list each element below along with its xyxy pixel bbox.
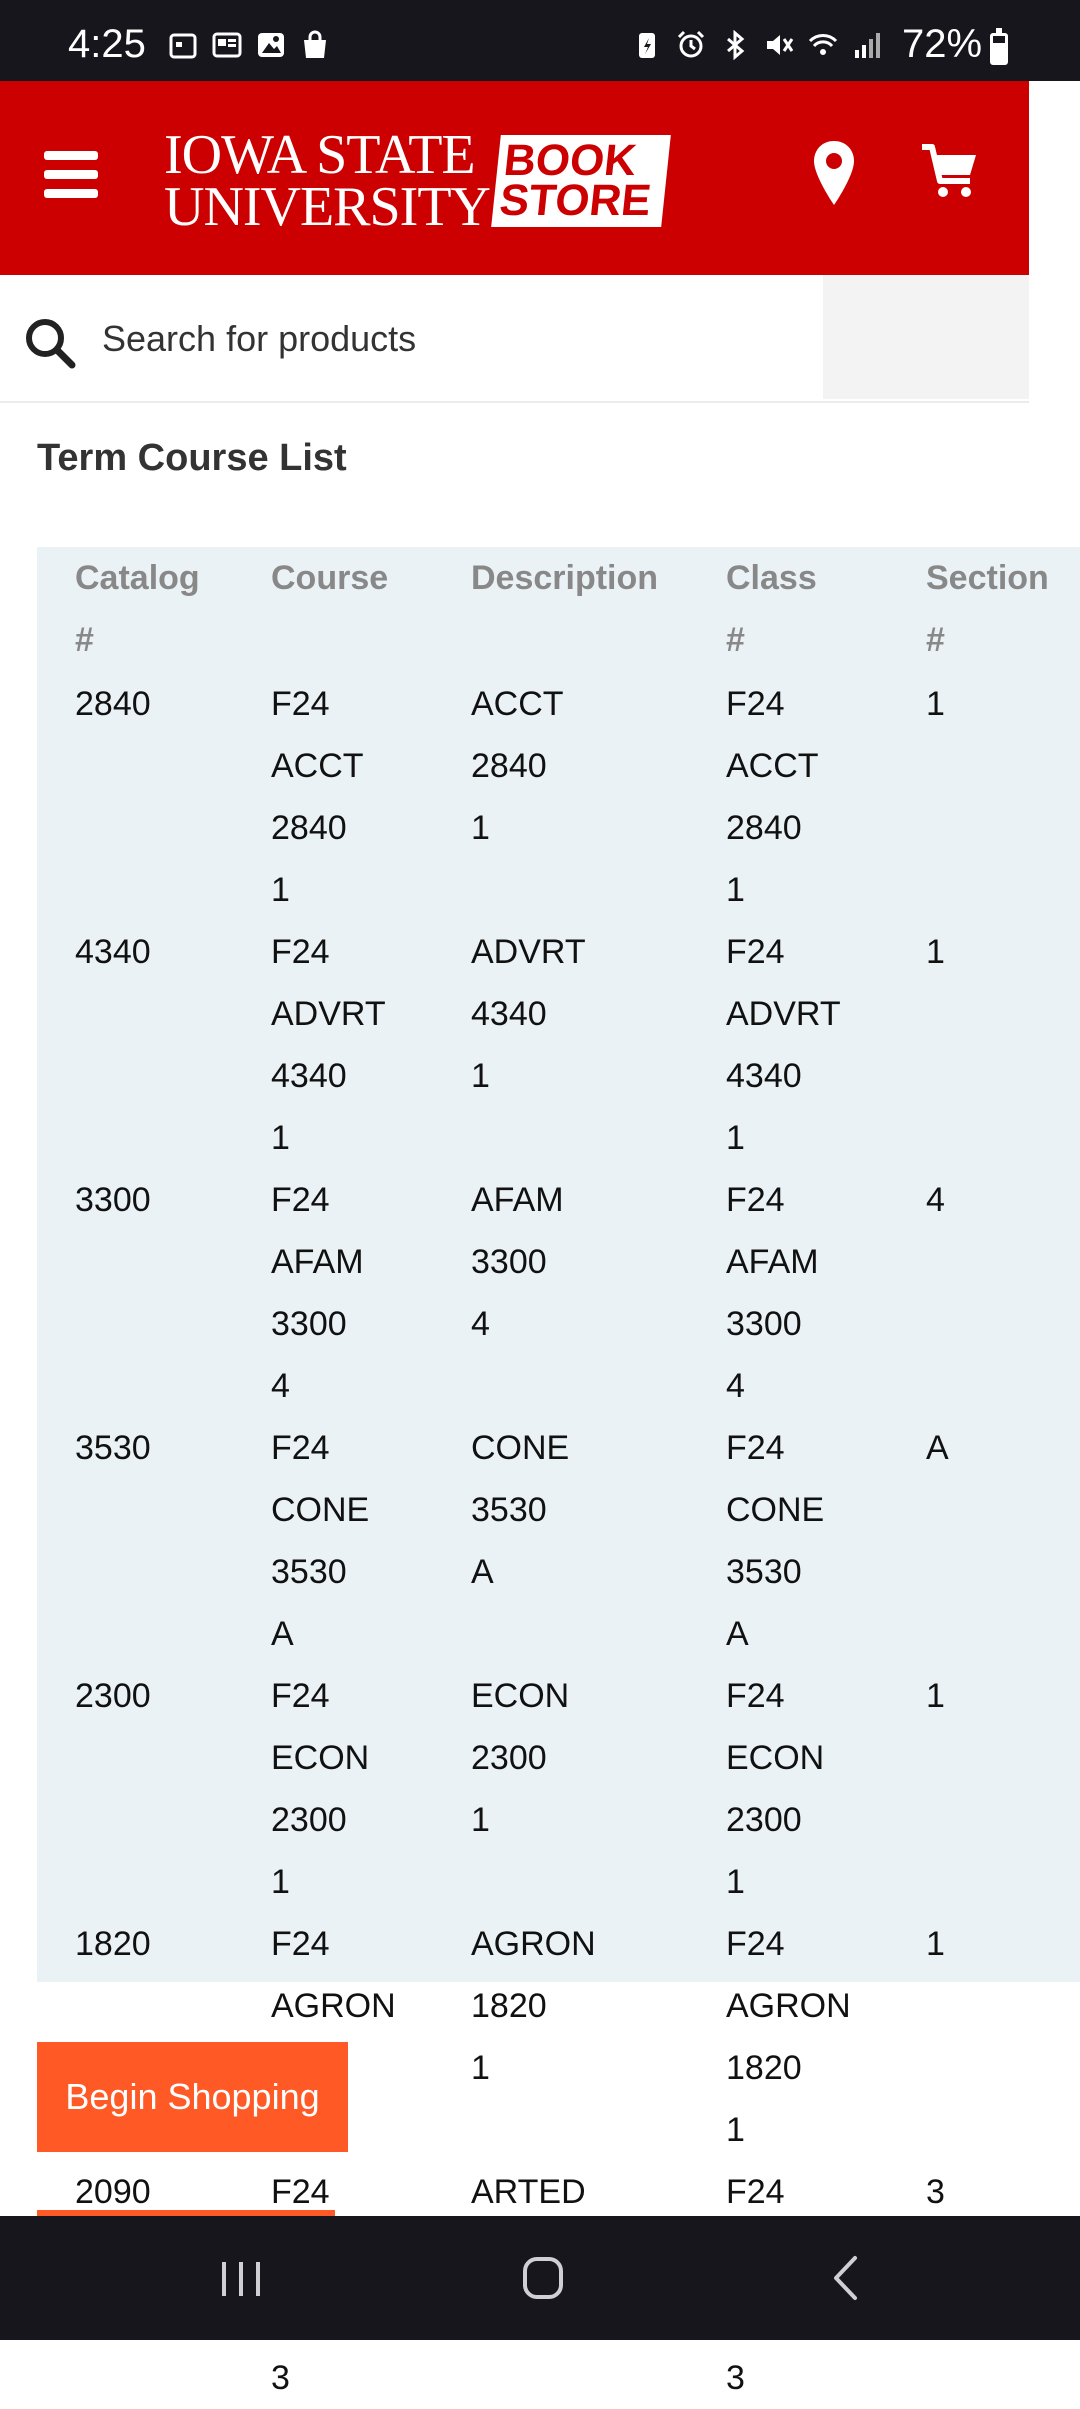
- table-header-row: Catalog # Course Description Class # Sec…: [75, 547, 1076, 673]
- search-input[interactable]: [100, 305, 804, 373]
- alarm-icon: [677, 30, 705, 58]
- status-right-icons: [632, 30, 882, 60]
- signal-icon: [855, 33, 880, 58]
- class-cell: F24 AFAM 3300 4: [726, 1181, 819, 1405]
- description-cell: AFAM 3300 4: [471, 1181, 564, 1343]
- logo-box-line-2: STORE: [497, 176, 654, 225]
- description-cell: ADVRT 4340 1: [471, 933, 586, 1095]
- catalog-cell: 2840: [75, 685, 151, 723]
- course-cell: F24 ECON 2300 1: [271, 1677, 370, 1901]
- logo-bookstore-box: BOOK STORE: [491, 135, 671, 227]
- page-title: Term Course List: [37, 437, 347, 479]
- cart-icon[interactable]: [920, 143, 978, 199]
- site-header: IOWA STATE UNIVERSITY BOOK STORE: [0, 81, 1029, 275]
- table-row: 3530 F24 CONE 3530 A CONE 3530 A F24 CON…: [75, 1417, 1076, 1665]
- mute-icon: [767, 35, 794, 55]
- menu-icon[interactable]: [44, 151, 98, 199]
- table-row: 3300 F24 AFAM 3300 4 AFAM 3300 4 F24 AFA…: [75, 1169, 1076, 1417]
- description-cell: CONE 3530 A: [471, 1429, 570, 1591]
- table-row: 4340 F24 ADVRT 4340 1 ADVRT 4340 1 F24 A…: [75, 921, 1076, 1169]
- system-nav-bar: [0, 2216, 1080, 2340]
- search-icon[interactable]: [22, 315, 78, 371]
- course-cell: F24 AFAM 3300 4: [271, 1181, 364, 1405]
- status-bar: 4:25 72%: [0, 0, 1080, 81]
- description-cell: ECON 2300 1: [471, 1677, 570, 1839]
- catalog-cell: 4340: [75, 933, 151, 971]
- class-cell: F24 ECON 2300 1: [726, 1677, 825, 1901]
- section-cell: 1: [926, 685, 945, 723]
- status-time: 4:25: [68, 22, 146, 66]
- section-cell: 1: [926, 1925, 945, 1963]
- catalog-cell: 3530: [75, 1429, 151, 1467]
- column-header-section: Section #: [926, 559, 1049, 659]
- class-cell: F24 ADVRT 4340 1: [726, 933, 841, 1157]
- wifi-icon: [808, 34, 838, 55]
- recent-apps-icon[interactable]: [206, 2246, 276, 2310]
- column-header-catalog: Catalog #: [75, 559, 200, 659]
- back-icon[interactable]: [810, 2246, 880, 2310]
- course-table-container: Catalog # Course Description Class # Sec…: [37, 547, 1080, 2397]
- location-pin-icon[interactable]: [812, 139, 856, 207]
- begin-shopping-button[interactable]: Begin Shopping: [37, 2042, 348, 2152]
- column-header-class: Class #: [726, 559, 817, 659]
- course-cell: F24 ACCT 2840 1: [271, 685, 363, 909]
- logo-box-line-1: BOOK: [501, 136, 639, 185]
- home-icon[interactable]: [508, 2246, 578, 2310]
- battery-saver-icon: [639, 33, 655, 58]
- battery-percentage: 72%: [902, 22, 983, 66]
- logo-wordmark: IOWA STATE UNIVERSITY: [164, 124, 491, 238]
- description-cell: AGRON 1820 1: [471, 1925, 596, 2087]
- calendar-icon: [169, 33, 197, 59]
- class-cell: F24 ACCT 2840 1: [726, 685, 818, 909]
- description-cell: ACCT 2840 1: [471, 685, 563, 847]
- search-bar: [0, 275, 1029, 403]
- catalog-cell: 3300: [75, 1181, 151, 1219]
- search-side-panel: [823, 275, 1029, 399]
- course-cell: F24 ADVRT 4340 1: [271, 933, 386, 1157]
- class-cell: F24 CONE 3530 A: [726, 1429, 825, 1653]
- table-row: 2840 F24 ACCT 2840 1 ACCT 2840 1 F24 ACC…: [75, 673, 1076, 921]
- section-cell: A: [926, 1429, 949, 1467]
- column-header-description: Description: [471, 559, 659, 597]
- battery-icon: [990, 28, 1008, 65]
- logo-line-1: IOWA STATE: [164, 124, 476, 186]
- bluetooth-icon: [727, 30, 745, 60]
- logo-line-2: UNIVERSITY: [164, 176, 491, 238]
- course-cell: F24 CONE 3530 A: [271, 1429, 370, 1653]
- news-icon: [212, 32, 242, 58]
- catalog-cell: 2300: [75, 1677, 151, 1715]
- store-logo[interactable]: IOWA STATE UNIVERSITY BOOK STORE: [164, 127, 671, 235]
- gallery-icon: [258, 33, 284, 57]
- section-cell: 1: [926, 1677, 945, 1715]
- section-cell: 1: [926, 933, 945, 971]
- table-row: 2300 F24 ECON 2300 1 ECON 2300 1 F24 ECO…: [75, 1665, 1076, 1913]
- shopping-bag-icon: [304, 30, 326, 58]
- class-cell: F24 AGRON 1820 1: [726, 1925, 851, 2149]
- section-cell: 4: [926, 1181, 945, 1219]
- status-left-icons: [168, 30, 330, 60]
- column-header-course: Course: [271, 559, 389, 597]
